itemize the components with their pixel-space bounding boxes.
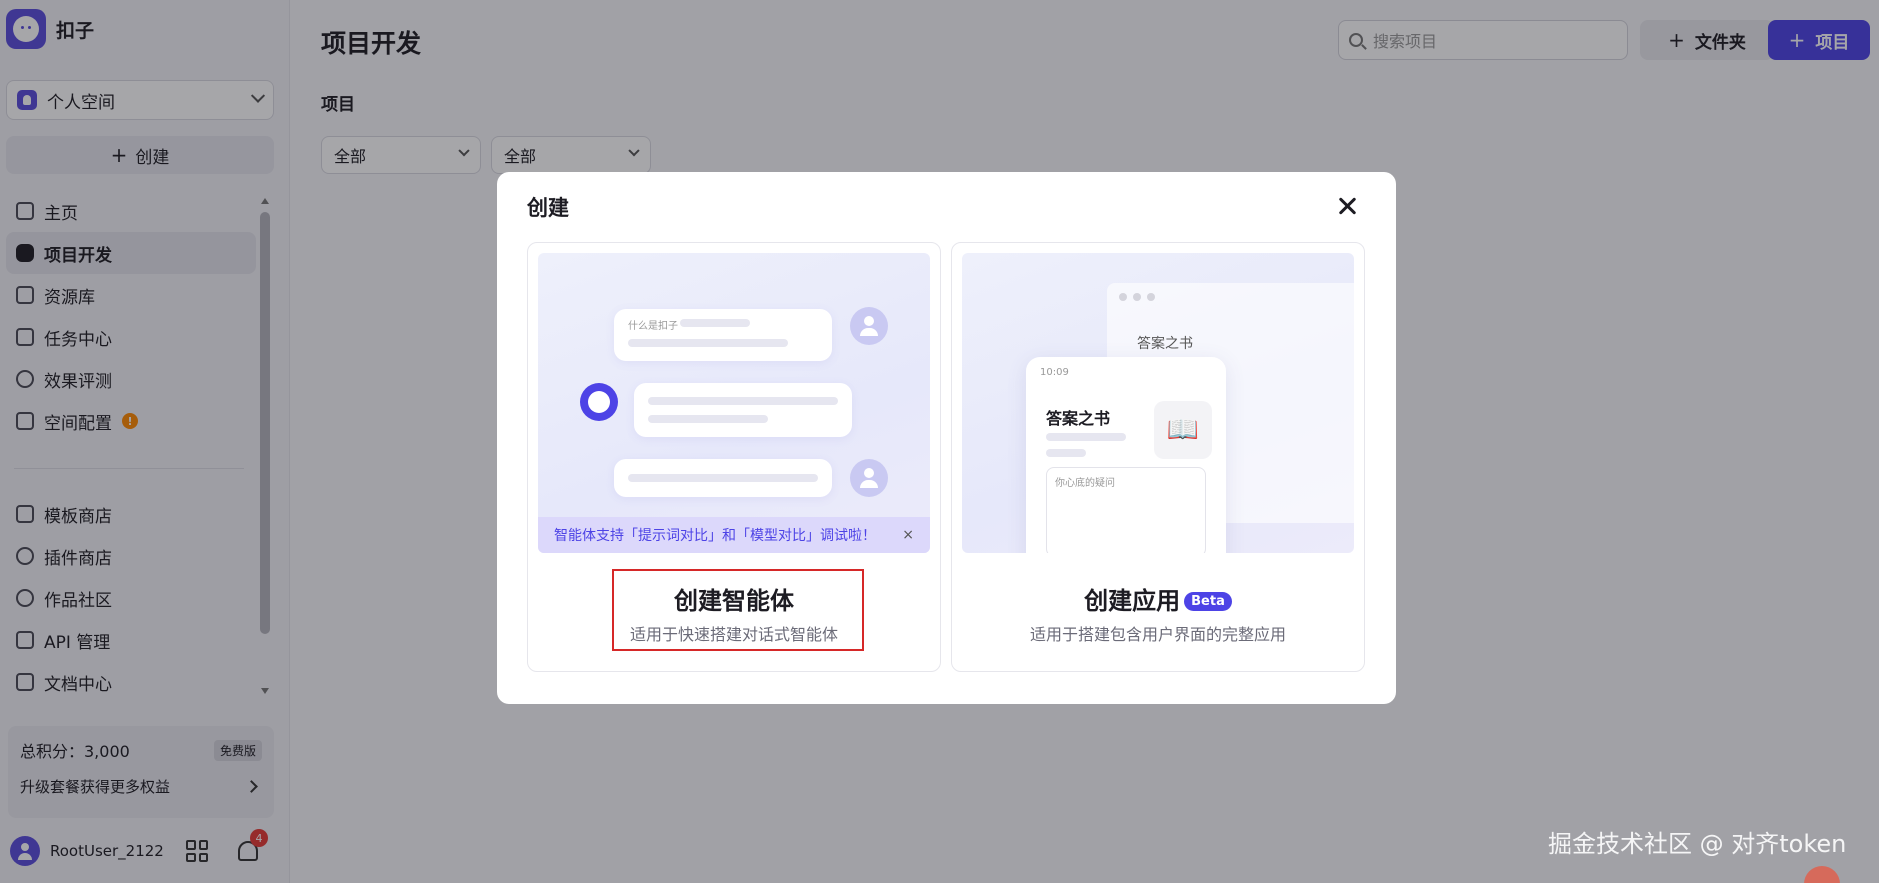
book-icon: 📖 [1154, 401, 1212, 459]
create-agent-option[interactable]: 什么是扣子 智能体支持「提示词对比」和「模型对比」调试啦！ × 创建智能体 适用… [527, 242, 941, 672]
close-icon[interactable]: × [902, 527, 914, 543]
phone-time: 10:09 [1040, 367, 1069, 378]
modal-title: 创建 [527, 196, 569, 220]
highlight-box [612, 569, 864, 651]
user-bubble-2 [614, 459, 832, 497]
notice-text: 智能体支持「提示词对比」和「模型对比」调试啦！ [554, 528, 876, 544]
beta-badge: Beta [1184, 592, 1232, 611]
preview-question: 什么是扣子 [628, 321, 678, 332]
option-title: 创建应用 Beta [952, 581, 1364, 616]
user-avatar-icon [850, 459, 888, 497]
create-app-option[interactable]: 答案之书 10:09 答案之书 📖 你心底的疑问 创建应用 Beta 适用于搭建包… [951, 242, 1365, 672]
option-title-text: 创建应用 [1084, 587, 1181, 615]
option-desc: 适用于搭建包含用户界面的完整应用 [1029, 625, 1286, 644]
phone-app-title: 答案之书 [1046, 409, 1111, 428]
bot-bubble [634, 383, 852, 437]
phone-input-placeholder: 你心底的疑问 [1055, 478, 1115, 489]
watermark: 掘金技术社区 @ 对齐token [1548, 830, 1847, 858]
phone-mock: 10:09 答案之书 📖 你心底的疑问 [1026, 357, 1226, 553]
create-modal: 创建 什么是扣子 智能体支持「提示词对比」和「模型对比」调试啦！ × 创建智能体… [497, 172, 1396, 704]
user-bubble: 什么是扣子 [614, 309, 832, 361]
app-preview: 答案之书 10:09 答案之书 📖 你心底的疑问 [962, 253, 1354, 553]
agent-preview: 什么是扣子 智能体支持「提示词对比」和「模型对比」调试啦！ × [538, 253, 930, 553]
app-window-title: 答案之书 [1137, 336, 1193, 352]
phone-input: 你心底的疑问 [1046, 467, 1206, 553]
bot-avatar-icon [580, 383, 618, 421]
feature-notice: 智能体支持「提示词对比」和「模型对比」调试啦！ × [538, 517, 930, 553]
close-icon[interactable] [1335, 194, 1359, 218]
user-avatar-icon [850, 307, 888, 345]
